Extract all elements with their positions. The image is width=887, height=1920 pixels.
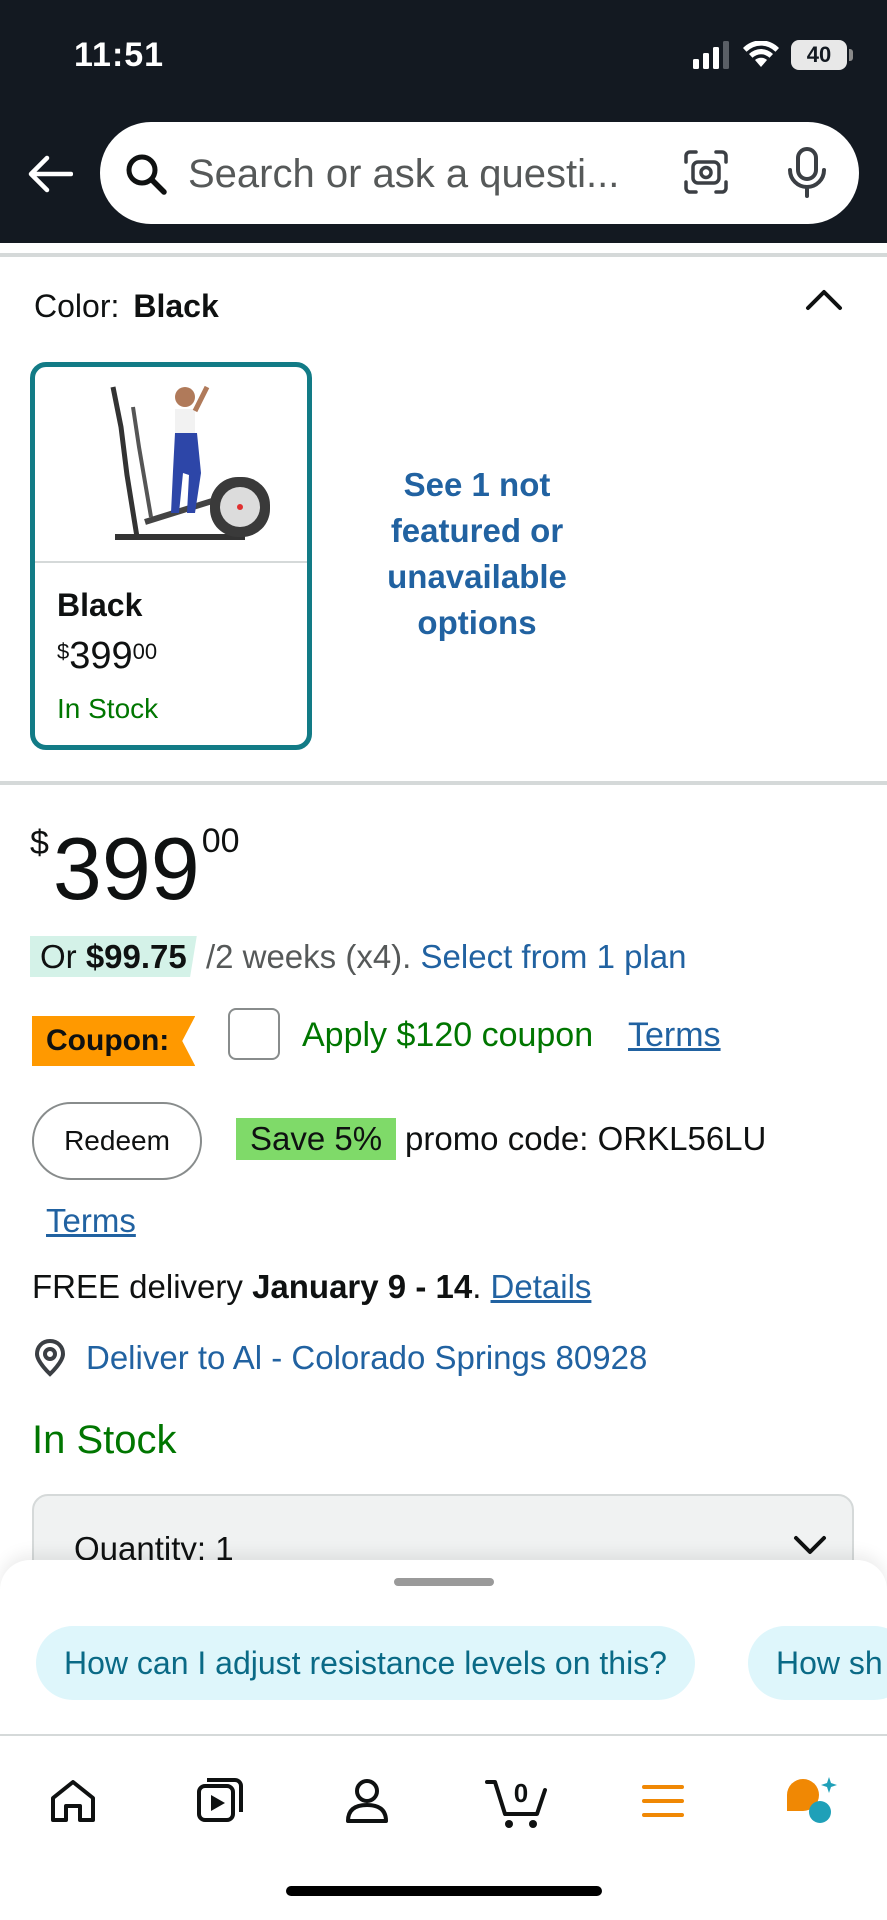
suggestion-chip[interactable]: How sh — [748, 1626, 887, 1700]
user-icon — [346, 1779, 388, 1823]
chevron-down-icon — [794, 1536, 826, 1554]
color-label: Color: — [34, 288, 120, 324]
select-plan-link[interactable]: Select from 1 plan — [421, 938, 687, 975]
product-price: $39900 — [30, 818, 240, 920]
price-whole: 399 — [69, 635, 133, 677]
installment-pill: Or $99.75 — [30, 936, 197, 977]
back-arrow-icon — [28, 155, 73, 193]
deliver-to-text: Deliver to Al - Colorado Springs 80928 — [86, 1339, 648, 1376]
color-label-row: Color: Black — [34, 288, 219, 325]
cart-icon: 0 — [485, 1778, 547, 1828]
header: 11:51 40 Search or ask a questi... — [0, 0, 887, 243]
installment-row: Or $99.75 /2 weeks (x4). Select from 1 p… — [30, 936, 687, 977]
video-icon — [197, 1778, 243, 1822]
redeem-button[interactable]: Redeem — [32, 1102, 202, 1180]
menu-icon — [642, 1785, 684, 1817]
stock-status: In Stock — [32, 1418, 177, 1462]
nav-rufus[interactable] — [776, 1766, 846, 1836]
installment-amount: $99.75 — [85, 938, 187, 975]
color-option-black[interactable]: Black $39900 In Stock — [30, 362, 312, 750]
color-option-price: $39900 — [57, 635, 157, 678]
wifi-icon — [743, 41, 779, 67]
deliver-to-link[interactable]: Deliver to Al - Colorado Springs 80928 — [32, 1338, 647, 1378]
price-fraction: 00 — [132, 639, 158, 664]
delivery-info: FREE delivery January 9 - 14. Details — [32, 1268, 591, 1306]
nav-home[interactable] — [38, 1766, 108, 1836]
nav-cart[interactable]: 0 — [478, 1766, 558, 1836]
color-value: Black — [133, 288, 219, 324]
status-time: 11:51 — [74, 36, 165, 74]
delivery-prefix: FREE delivery — [32, 1268, 253, 1305]
home-icon — [51, 1780, 95, 1822]
status-bar: 11:51 40 — [0, 0, 887, 110]
apply-coupon-checkbox[interactable] — [228, 1008, 280, 1060]
delivery-suffix: . — [472, 1268, 491, 1305]
coupon-terms-link[interactable]: Terms — [628, 1016, 721, 1055]
status-icons: 40 — [693, 40, 853, 70]
search-icon — [126, 154, 167, 195]
nav-menu[interactable] — [628, 1766, 698, 1836]
section-divider — [0, 253, 887, 257]
product-thumbnail — [35, 367, 307, 563]
promo-terms-link[interactable]: Terms — [46, 1202, 136, 1240]
color-option-availability: In Stock — [57, 693, 159, 724]
see-unavailable-options-link[interactable]: See 1 not featured or unavailable option… — [362, 462, 592, 646]
delivery-dates: January 9 - 14 — [252, 1268, 473, 1305]
back-button[interactable] — [24, 148, 76, 200]
delivery-details-link[interactable]: Details — [491, 1268, 592, 1305]
location-pin-icon — [34, 1338, 66, 1377]
installment-prefix: Or — [40, 938, 86, 975]
suggestion-chip[interactable]: How can I adjust resistance levels on th… — [36, 1626, 695, 1700]
sheet-drag-handle[interactable] — [394, 1578, 494, 1586]
price-fraction: 00 — [201, 822, 240, 860]
nav-account[interactable] — [332, 1766, 402, 1836]
microphone-icon[interactable] — [784, 146, 830, 200]
home-indicator — [286, 1886, 602, 1896]
price-currency: $ — [57, 639, 70, 664]
search-bar[interactable]: Search or ask a questi... — [100, 122, 859, 224]
rufus-chat-icon — [787, 1777, 837, 1823]
camera-lens-icon[interactable] — [682, 148, 730, 196]
battery-indicator: 40 — [791, 40, 853, 70]
chevron-up-icon[interactable] — [804, 286, 844, 312]
cart-count: 0 — [514, 1778, 528, 1808]
installment-period: /2 weeks (x4). — [205, 938, 421, 975]
color-option-name: Black — [57, 587, 143, 623]
price-whole: 399 — [52, 819, 200, 918]
signal-icon — [693, 41, 729, 69]
promo-code-text: promo code: ORKL56LU — [405, 1120, 767, 1157]
save-percent-badge: Save 5% — [236, 1118, 397, 1160]
coupon-badge: Coupon: — [32, 1016, 196, 1066]
price-currency: $ — [30, 824, 49, 862]
nav-video[interactable] — [185, 1766, 255, 1836]
apply-coupon-label[interactable]: Apply $120 coupon — [302, 1016, 593, 1055]
rufus-suggestions-sheet: How can I adjust resistance levels on th… — [0, 1560, 887, 1735]
section-divider — [0, 781, 887, 785]
search-input[interactable]: Search or ask a questi... — [188, 152, 658, 197]
